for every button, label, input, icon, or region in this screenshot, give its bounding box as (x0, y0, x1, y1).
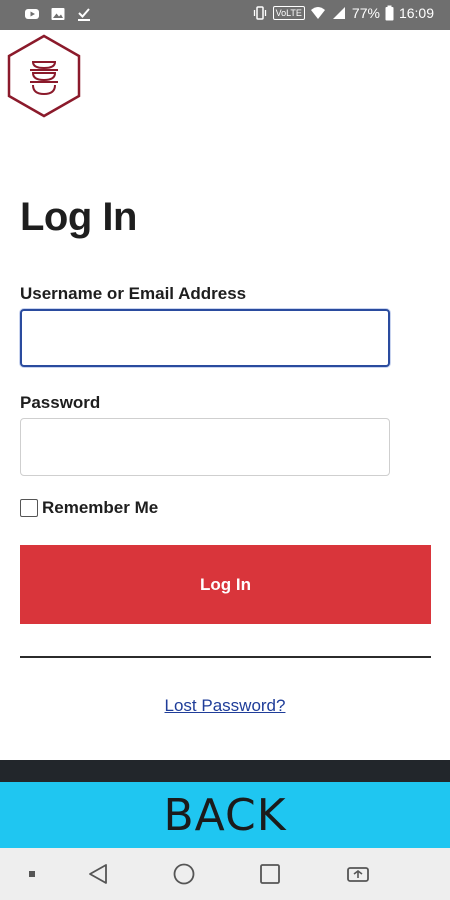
stacked-bowls-logo-icon[interactable] (6, 34, 82, 118)
image-icon (51, 8, 65, 20)
login-button[interactable]: Log In (20, 545, 431, 624)
password-label: Password (20, 393, 101, 412)
dot-icon[interactable] (20, 862, 44, 886)
remember-me-label[interactable]: Remember Me (42, 498, 158, 518)
volte-badge: VoLTE (272, 6, 305, 20)
recents-square-icon[interactable] (258, 862, 282, 886)
screen-rotate-icon[interactable] (344, 862, 372, 886)
back-button[interactable]: BACK (0, 782, 450, 848)
battery-icon (385, 5, 394, 21)
status-bar: VoLTE 77% 16:09 (0, 0, 450, 30)
dark-strip (0, 760, 450, 782)
remember-me-row[interactable]: Remember Me (20, 498, 158, 518)
wifi-icon (310, 7, 325, 19)
username-input[interactable] (20, 309, 390, 367)
home-circle-icon[interactable] (172, 862, 196, 886)
back-label: BACK (163, 789, 287, 841)
username-label: Username or Email Address (20, 284, 247, 303)
status-system: VoLTE 77% 16:09 (252, 5, 434, 21)
lost-password-link[interactable]: Lost Password? (0, 696, 450, 716)
android-nav-bar (0, 848, 450, 900)
battery-percent: 77% (351, 5, 380, 21)
youtube-icon (25, 9, 39, 19)
divider (20, 656, 431, 658)
remember-me-checkbox[interactable] (20, 499, 38, 517)
status-notifications (24, 6, 92, 22)
download-done-icon (78, 8, 90, 21)
signal-icon (332, 7, 345, 19)
password-input[interactable] (20, 418, 390, 476)
vibrate-icon (253, 6, 266, 20)
back-triangle-icon[interactable] (86, 862, 110, 886)
page-title: Log In (20, 195, 137, 239)
clock: 16:09 (398, 5, 434, 21)
